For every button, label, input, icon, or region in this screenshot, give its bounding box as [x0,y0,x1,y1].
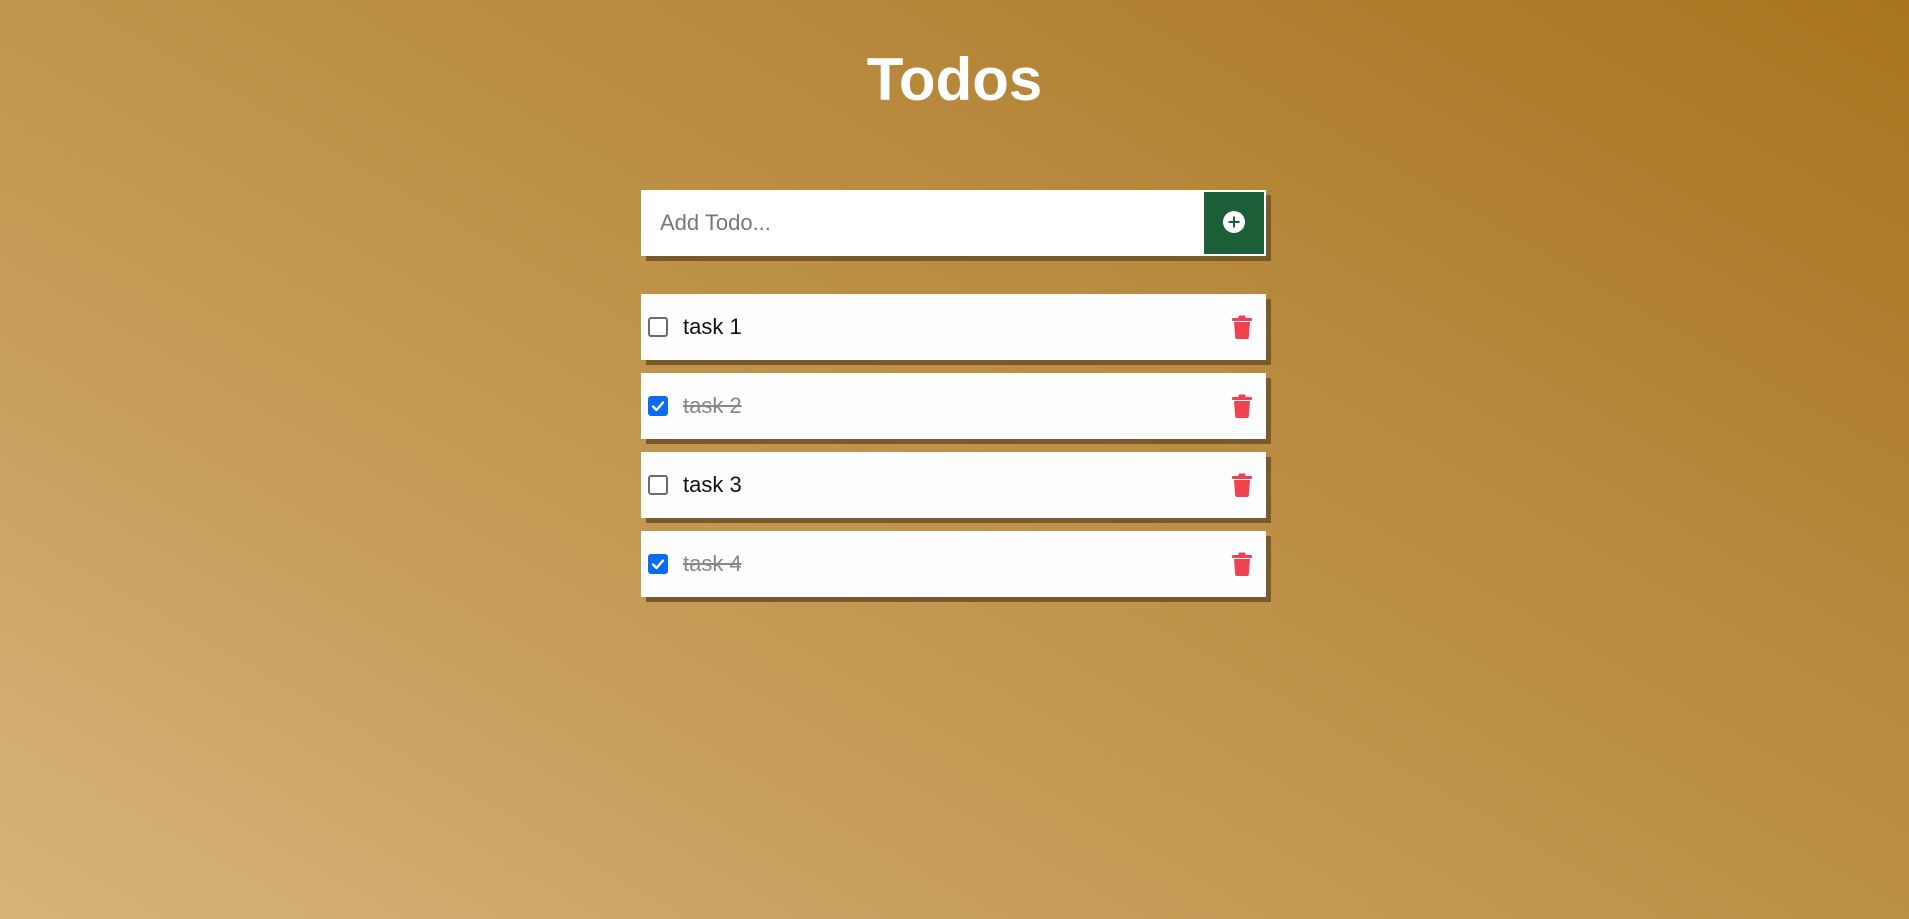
page-title: Todos [866,46,1043,113]
todo-text: task 2 [683,393,742,418]
check-icon [651,401,665,412]
todo-item: task 1 [641,294,1266,360]
todo-text: task 1 [683,314,742,339]
todo-item: task 3 [641,452,1266,518]
trash-icon[interactable] [1230,551,1254,577]
trash-icon[interactable] [1230,472,1254,498]
todo-list: task 1 task 2 task 3 task 4 [641,294,1266,610]
trash-icon[interactable] [1230,314,1254,340]
todo-checkbox[interactable] [648,396,668,416]
todo-item: task 4 [641,531,1266,597]
add-todo-button[interactable] [1204,192,1264,254]
todo-checkbox[interactable] [648,554,668,574]
add-todo-input[interactable] [641,190,1204,256]
todo-checkbox[interactable] [648,317,668,337]
todo-checkbox[interactable] [648,475,668,495]
todo-item: task 2 [641,373,1266,439]
trash-icon[interactable] [1230,393,1254,419]
check-icon [651,559,665,570]
todo-text: task 4 [683,551,742,576]
plus-circle-icon [1222,210,1246,237]
todo-text: task 3 [683,472,742,497]
add-todo-form [641,190,1266,256]
